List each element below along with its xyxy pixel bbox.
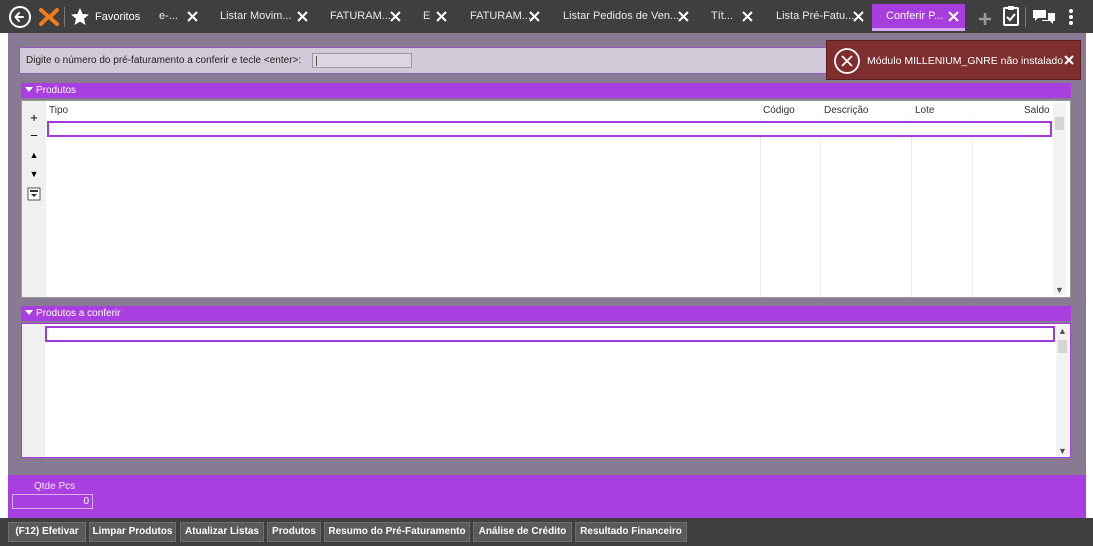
star-icon	[71, 8, 89, 25]
new-row-editor[interactable]	[47, 121, 1052, 137]
qtde-pcs-field: 0	[12, 494, 93, 509]
column-divider	[820, 119, 821, 297]
qtde-panel: Qtde Pcs 0	[8, 475, 1086, 518]
prefat-label: Digite o número do pré-faturamento a con…	[26, 55, 302, 66]
tab-3[interactable]: FATURAM...	[322, 4, 407, 31]
collapse-triangle-icon	[25, 87, 33, 92]
favorites-label: Favoritos	[95, 11, 141, 23]
main-panel: Digite o número do pré-faturamento a con…	[8, 33, 1086, 475]
chevron-down-icon[interactable]: ▼	[1056, 446, 1069, 456]
select-box-icon	[27, 187, 41, 201]
chat-icon[interactable]	[1032, 8, 1056, 26]
resultado-financeiro-button[interactable]: Resultado Financeiro	[575, 522, 687, 542]
column-header-lote[interactable]: Lote	[915, 105, 934, 116]
atualizar-listas-button[interactable]: Atualizar Listas	[180, 522, 264, 542]
move-up-button[interactable]: ▲	[25, 147, 43, 163]
divider	[64, 7, 65, 27]
limpar-produtos-button[interactable]: Limpar Produtos	[89, 522, 176, 542]
error-circle-icon	[834, 48, 860, 74]
produtos-conferir-grid[interactable]: ▲ ▼	[21, 323, 1071, 458]
column-header-saldo[interactable]: Saldo	[1024, 105, 1050, 116]
produtos-conferir-section-header[interactable]: Produtos a conferir	[21, 306, 1071, 321]
efetivar-button[interactable]: (F12) Efetivar	[8, 522, 86, 542]
row-indicator-column	[22, 324, 45, 457]
column-header-descricao[interactable]: Descrição	[824, 105, 868, 116]
close-icon[interactable]	[948, 11, 959, 22]
back-icon[interactable]	[9, 6, 31, 28]
produtos-button[interactable]: Produtos	[267, 522, 321, 542]
close-icon[interactable]	[678, 11, 689, 22]
tab-2[interactable]: Listar Movim...	[212, 4, 312, 31]
tab-4[interactable]: E	[416, 4, 452, 31]
produtos-grid[interactable]: + − ▲ ▼ Tipo Código Descrição Lote Saldo…	[21, 100, 1071, 298]
qtde-label: Qtde Pcs	[34, 481, 76, 492]
tab-1[interactable]: e-...	[152, 4, 212, 31]
more-vertical-icon[interactable]	[1066, 8, 1076, 26]
produtos-section-header[interactable]: Produtos	[21, 83, 1071, 98]
column-header-tipo[interactable]: Tipo	[49, 105, 68, 116]
prefat-number-input[interactable]	[312, 53, 412, 68]
chevron-down-icon[interactable]: ▼	[1053, 285, 1066, 295]
column-divider	[760, 119, 761, 297]
tab-label: Listar Movim...	[220, 10, 292, 22]
tab-5[interactable]: FATURAM...	[462, 4, 544, 31]
tab-label: FATURAM...	[330, 10, 391, 22]
add-tab-icon[interactable]	[978, 12, 992, 26]
vertical-scrollbar[interactable]: ▲ ▼	[1056, 326, 1069, 456]
move-down-button[interactable]: ▼	[25, 166, 43, 182]
close-icon[interactable]	[187, 11, 198, 22]
close-icon[interactable]	[390, 11, 401, 22]
select-all-button[interactable]	[25, 186, 43, 202]
divider	[1025, 7, 1026, 27]
error-toast: Módulo MILLENIUM_GNRE não instalado	[826, 40, 1081, 80]
add-row-button[interactable]: +	[25, 110, 43, 126]
logo-icon[interactable]	[38, 7, 60, 27]
tab-label: E	[423, 10, 431, 22]
conferir-row-editor[interactable]	[45, 326, 1055, 342]
favorites-button[interactable]: Favoritos	[70, 6, 140, 28]
tab-conferir-active[interactable]: Conferir P...	[872, 4, 965, 31]
close-icon[interactable]	[529, 11, 540, 22]
vertical-scrollbar[interactable]: ▼	[1053, 103, 1066, 295]
close-icon[interactable]	[297, 11, 308, 22]
column-divider	[911, 119, 912, 297]
produtos-title: Produtos	[36, 85, 77, 96]
toast-message: Módulo MILLENIUM_GNRE não instalado	[867, 55, 1064, 67]
analise-credito-button[interactable]: Análise de Crédito	[473, 522, 572, 542]
tab-label: FATURAM...	[470, 10, 531, 22]
tab-6[interactable]: Listar Pedidos de Ven...	[555, 4, 695, 31]
tab-label: e-...	[159, 10, 178, 22]
close-icon[interactable]	[436, 11, 447, 22]
close-icon[interactable]	[742, 11, 753, 22]
tab-label: Tít...	[711, 10, 733, 22]
tab-label: Listar Pedidos de Ven...	[563, 10, 680, 22]
close-icon[interactable]	[853, 11, 864, 22]
column-header-codigo[interactable]: Código	[763, 105, 795, 116]
tab-8[interactable]: Lista Pré-Fatu...	[768, 4, 868, 31]
resumo-prefaturamento-button[interactable]: Resumo do Pré-Faturamento	[324, 522, 470, 542]
tab-label: Conferir P...	[886, 10, 944, 22]
remove-row-button[interactable]: −	[25, 128, 43, 144]
column-divider	[972, 119, 973, 297]
action-button-bar: (F12) Efetivar Limpar Produtos Atualizar…	[0, 518, 1093, 546]
clipboard-check-icon[interactable]	[1002, 5, 1020, 27]
collapse-triangle-icon	[25, 310, 33, 315]
tab-label: Lista Pré-Fatu...	[776, 10, 855, 22]
close-icon[interactable]	[1064, 55, 1074, 65]
grid-toolbar: + − ▲ ▼	[22, 101, 46, 297]
scroll-thumb[interactable]	[1058, 340, 1067, 353]
tab-7[interactable]: Tít...	[704, 4, 759, 31]
scroll-thumb[interactable]	[1055, 117, 1064, 130]
top-tab-bar: Favoritos e-... Listar Movim... FATURAM.…	[0, 0, 1093, 33]
chevron-up-icon[interactable]: ▲	[1056, 326, 1069, 336]
produtos-conferir-title: Produtos a conferir	[36, 308, 121, 319]
